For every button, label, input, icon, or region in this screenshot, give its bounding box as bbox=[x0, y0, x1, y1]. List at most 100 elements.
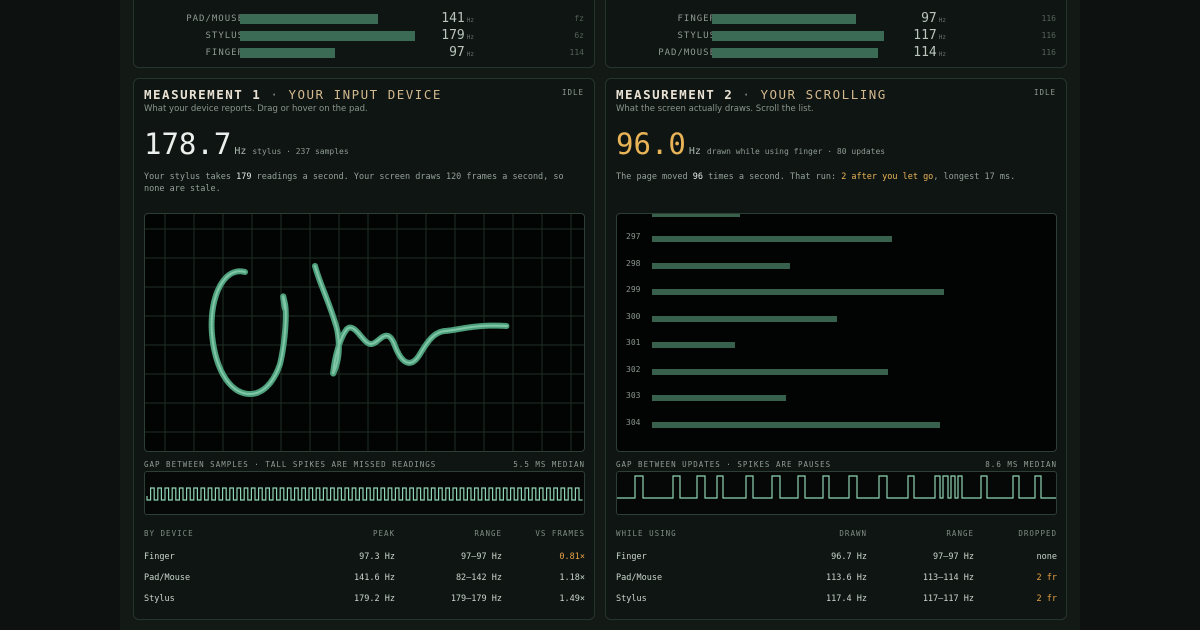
title-main: MEASUREMENT 1 bbox=[144, 87, 262, 102]
summary-scroll-row: PAD/MOUSE 114 Hz 116 bbox=[606, 45, 1066, 62]
col-range: RANGE bbox=[946, 529, 974, 538]
summary-highlight: 179 bbox=[236, 172, 252, 182]
summary-highlight-warn: 2 after you let go bbox=[841, 172, 934, 182]
list-item-bar bbox=[652, 421, 940, 428]
title-separator: · bbox=[742, 87, 752, 102]
summary-scroll-row: STYLUS 117 Hz 116 bbox=[606, 28, 1066, 45]
cell-input: Finger bbox=[616, 552, 647, 562]
row-value-number: 97 bbox=[449, 45, 465, 60]
row-value-unit: Hz bbox=[466, 34, 474, 41]
row-label: STYLUS bbox=[205, 31, 244, 41]
wave-caption-text: GAP BETWEEN SAMPLES · TALL SPIKES ARE MI… bbox=[144, 460, 437, 469]
col-range: RANGE bbox=[474, 529, 502, 538]
list-item[interactable]: 297 bbox=[617, 226, 1056, 252]
cell-drawn: 96.7 Hz bbox=[831, 552, 867, 562]
page: PAD/MOUSE 141 Hz fz STYLUS 179 Hz 6z FINGER 97 Hz 1… bbox=[120, 0, 1080, 630]
list-item-bar bbox=[652, 342, 735, 348]
row-value-unit: Hz bbox=[938, 51, 946, 58]
list-item-number: 298 bbox=[626, 258, 641, 268]
cell-range: 97–97 Hz bbox=[933, 552, 974, 562]
list-item[interactable]: 298 bbox=[617, 253, 1056, 279]
drawing-pad[interactable] bbox=[144, 213, 585, 452]
summary-input-row: PAD/MOUSE 141 Hz fz bbox=[134, 11, 594, 28]
cell-drawn: 113.6 Hz bbox=[826, 573, 867, 583]
row-value-number: 97 bbox=[921, 11, 937, 26]
cell-dropped: 2 fr bbox=[1036, 594, 1057, 604]
cell-vs-frames: 1.49× bbox=[559, 594, 585, 604]
row-value-unit: Hz bbox=[466, 17, 474, 24]
list-item-partial-bar bbox=[652, 214, 740, 217]
summary-scroll-row: FINGER 97 Hz 116 bbox=[606, 11, 1066, 28]
panel-description: What your device reports. Drag or hover … bbox=[144, 104, 368, 114]
row-side-value: 116 bbox=[1041, 48, 1056, 57]
scroll-list[interactable]: 297 298 299 300 301 302 303 304 bbox=[616, 213, 1057, 452]
row-value-number: 179 bbox=[441, 28, 465, 43]
cell-range: 97–97 Hz bbox=[461, 552, 502, 562]
row-label: STYLUS bbox=[677, 31, 716, 41]
list-item[interactable]: 302 bbox=[617, 359, 1056, 385]
row-side-value: 6z bbox=[574, 31, 584, 40]
cell-device: Pad/Mouse bbox=[144, 573, 191, 583]
measurement-input-panel: MEASUREMENT 1 · YOUR INPUT DEVICE IDLE W… bbox=[133, 78, 595, 620]
scroll-table: WHILE USING DRAWN RANGE DROPPED Finger 9… bbox=[616, 529, 1057, 613]
list-item[interactable]: 304 bbox=[617, 412, 1056, 438]
rate-bar bbox=[240, 31, 415, 41]
rate-value: 96.0 bbox=[616, 127, 686, 161]
list-item-number: 301 bbox=[626, 338, 641, 347]
row-value: 97 Hz bbox=[394, 45, 474, 60]
measurement-scrolling-panel: MEASUREMENT 2 · YOUR SCROLLING IDLE What… bbox=[605, 78, 1067, 620]
list-item-number: 302 bbox=[626, 364, 641, 374]
title-separator: · bbox=[270, 87, 280, 102]
status-badge: IDLE bbox=[1033, 88, 1056, 97]
list-item[interactable]: 301 bbox=[617, 332, 1056, 358]
rate-readout: 178.7 Hz stylus · 237 samples bbox=[144, 127, 349, 161]
list-item[interactable]: 303 bbox=[617, 385, 1056, 411]
list-item-bar bbox=[652, 368, 889, 375]
row-value: 117 Hz bbox=[866, 28, 946, 43]
rate-readout: 96.0 Hz drawn while using finger · 80 upda… bbox=[616, 127, 885, 161]
list-item-bar bbox=[652, 262, 790, 269]
rate-value: 178.7 bbox=[144, 127, 232, 161]
list-item-number: 300 bbox=[626, 311, 641, 321]
rate-bar bbox=[712, 31, 884, 41]
list-item-number: 304 bbox=[626, 417, 641, 427]
col-drawn: DRAWN bbox=[839, 529, 867, 538]
cell-input: Stylus bbox=[616, 594, 647, 604]
table-row: Finger 96.7 Hz 97–97 Hz none bbox=[616, 550, 1057, 571]
row-value-number: 141 bbox=[441, 11, 465, 26]
col-device: BY DEVICE bbox=[144, 529, 194, 538]
rate-note: drawn while using finger · 80 updates bbox=[706, 147, 886, 156]
wave-caption-text: GAP BETWEEN UPDATES · SPIKES ARE PAUSES bbox=[616, 460, 832, 469]
summary-input-row: FINGER 97 Hz 114 bbox=[134, 45, 594, 62]
list-item-bar bbox=[652, 236, 893, 242]
rate-bar bbox=[712, 48, 879, 58]
rate-bar bbox=[240, 48, 335, 58]
col-vs-frames: VS FRAMES bbox=[535, 529, 585, 538]
summary-text-part: times a second. That run: bbox=[703, 172, 842, 182]
table-header: BY DEVICE PEAK RANGE VS FRAMES bbox=[144, 529, 585, 550]
summary-text-part: Your stylus takes bbox=[144, 172, 237, 182]
summary-text: Your stylus takes 179 readings a second.… bbox=[144, 171, 589, 195]
row-value: 141 Hz bbox=[394, 11, 474, 26]
stroke-path bbox=[208, 263, 510, 397]
update-gap-graph bbox=[616, 471, 1057, 515]
wave-caption: GAP BETWEEN SAMPLES · TALL SPIKES ARE MI… bbox=[144, 460, 585, 469]
cell-vs-frames: 0.81× bbox=[559, 552, 585, 562]
row-value: 97 Hz bbox=[866, 11, 946, 26]
summary-panel-input: PAD/MOUSE 141 Hz fz STYLUS 179 Hz 6z FINGER 97 Hz 1… bbox=[133, 0, 595, 68]
cell-input: Pad/Mouse bbox=[616, 573, 663, 583]
table-header: WHILE USING DRAWN RANGE DROPPED bbox=[616, 529, 1057, 550]
list-item[interactable]: 300 bbox=[617, 306, 1056, 332]
drawing-canvas[interactable] bbox=[145, 214, 584, 451]
list-item[interactable]: 299 bbox=[617, 279, 1056, 305]
wave-median: 5.5 MS MEDIAN bbox=[513, 460, 585, 469]
list-item-number: 303 bbox=[626, 391, 641, 400]
cell-range: 179–179 Hz bbox=[450, 594, 502, 604]
table-row: Stylus 179.2 Hz 179–179 Hz 1.49× bbox=[144, 592, 585, 613]
col-while-using: WHILE USING bbox=[616, 529, 677, 538]
cell-peak: 179.2 Hz bbox=[354, 594, 395, 604]
panel-title: MEASUREMENT 2 · YOUR SCROLLING bbox=[616, 87, 887, 102]
rate-note: stylus · 237 samples bbox=[252, 147, 349, 156]
row-value-unit: Hz bbox=[466, 51, 474, 58]
cell-range: 113–114 Hz bbox=[922, 573, 974, 583]
